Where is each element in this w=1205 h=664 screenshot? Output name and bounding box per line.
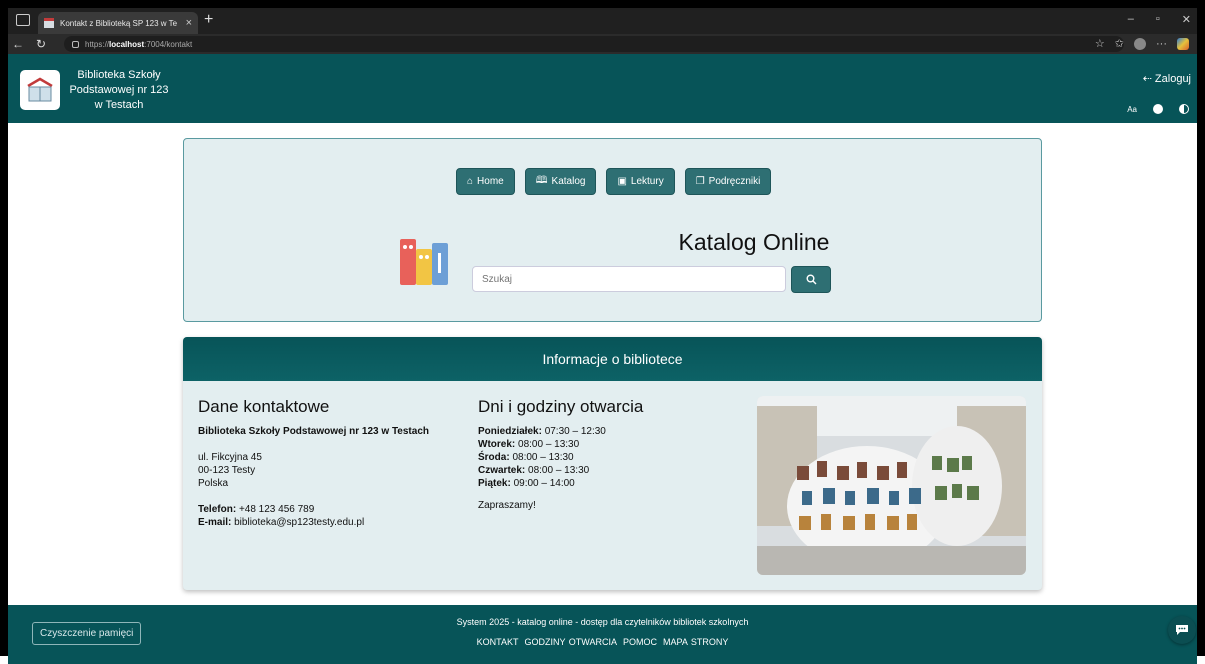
library-photo xyxy=(757,396,1026,575)
site-header: Biblioteka Szkoły Podstawowej nr 123 w T… xyxy=(8,54,1197,123)
footer-links: KONTAKT GODZINY OTWARCIA POMOC MAPA STRONY xyxy=(8,637,1197,647)
nav-lektury-button[interactable]: ▣ Lektury xyxy=(606,168,675,195)
site-name[interactable]: Biblioteka Szkoły Podstawowej nr 123 w T… xyxy=(64,68,174,113)
books-illustration-icon xyxy=(400,239,448,285)
chat-button[interactable] xyxy=(1168,616,1196,644)
email-row: E-mail: biblioteka@sp123testy.edu.pl xyxy=(198,517,365,528)
browser-tab[interactable]: Kontakt z Biblioteką SP 123 w Te × xyxy=(38,12,198,34)
minimize-icon[interactable]: – xyxy=(1128,13,1134,26)
chat-icon xyxy=(1176,625,1188,635)
url-input[interactable]: https://localhost:7004/kontakt xyxy=(64,36,1124,52)
contact-column: Dane kontaktowe Biblioteka Szkoły Podsta… xyxy=(198,397,458,529)
system-line: System 2025 - katalog online - dostęp dl… xyxy=(456,617,749,627)
nav-arrows: ← ↻ xyxy=(12,37,46,51)
more-icon[interactable]: ··· xyxy=(1156,38,1167,50)
address-bar-row: ← ↻ https://localhost:7004/kontakt ☆ ✩ ·… xyxy=(8,34,1197,54)
hours-row: Środa: 08:00 – 13:30 xyxy=(478,452,574,463)
footer-link-mapa[interactable]: MAPA STRONY xyxy=(663,637,728,647)
accessibility-tools: Aa xyxy=(1127,104,1189,114)
catalog-panel: ⌂ Home 🕮 Katalog ▣ Lektury ❐ Podręczniki Kat… xyxy=(183,138,1042,322)
tab-bar: Kontakt z Biblioteką SP 123 w Te × + – ▫… xyxy=(8,8,1197,34)
city: 00-123 Testy xyxy=(198,465,256,476)
catalog-title: Katalog Online xyxy=(678,229,830,255)
nav-home-button[interactable]: ⌂ Home xyxy=(456,168,515,195)
hours-row: Poniedziałek: 07:30 – 12:30 xyxy=(478,426,606,437)
bookmark-icon: ▣ xyxy=(617,176,627,187)
tab-title: Kontakt z Biblioteką SP 123 w Te xyxy=(60,18,178,28)
favorites-icon[interactable]: ✩ xyxy=(1115,37,1124,50)
hours-column: Dni i godziny otwarcia Poniedziałek: 07:… xyxy=(478,397,728,512)
nav-katalog-button[interactable]: 🕮 Katalog xyxy=(524,168,597,195)
hours-row: Piątek: 09:00 – 14:00 xyxy=(478,478,575,489)
sidebar-toggle-icon[interactable] xyxy=(16,14,30,26)
library-logo-icon[interactable] xyxy=(20,70,60,110)
catalog-nav: ⌂ Home 🕮 Katalog ▣ Lektury ❐ Podręczniki xyxy=(456,168,772,195)
window-controls: – ▫ ✕ xyxy=(1128,13,1191,26)
footer-link-godziny[interactable]: GODZINY OTWARCIA xyxy=(524,637,617,647)
footer-link-kontakt[interactable]: KONTAKT xyxy=(477,637,519,647)
close-window-icon[interactable]: ✕ xyxy=(1182,13,1191,26)
login-button[interactable]: ⇠ Zaloguj xyxy=(1142,72,1191,86)
profile-avatar-icon[interactable] xyxy=(1134,37,1146,50)
phone-row: Telefon: +48 123 456 789 xyxy=(198,504,315,515)
hours-row: Wtorek: 08:00 – 13:30 xyxy=(478,439,580,450)
lock-icon xyxy=(72,40,79,48)
maximize-icon[interactable]: ▫ xyxy=(1156,13,1160,26)
book-icon: 🕮 xyxy=(535,175,548,186)
country: Polska xyxy=(198,478,229,489)
contact-heading: Dane kontaktowe xyxy=(198,397,330,416)
footer-link-pomoc[interactable]: POMOC xyxy=(623,637,657,647)
url-text: https://localhost:7004/kontakt xyxy=(85,39,193,49)
reload-icon[interactable]: ↻ xyxy=(36,37,46,51)
back-icon[interactable]: ← xyxy=(12,37,24,51)
library-name: Biblioteka Szkoły Podstawowej nr 123 w T… xyxy=(198,426,429,437)
login-icon: ⇠ xyxy=(1142,73,1152,85)
contrast-icon[interactable] xyxy=(1179,104,1189,114)
palette-icon[interactable] xyxy=(1153,104,1163,114)
hours-row: Czwartek: 08:00 – 13:30 xyxy=(478,465,590,476)
copilot-icon[interactable] xyxy=(1177,37,1189,50)
search-button[interactable] xyxy=(791,266,831,293)
browser-toolbar-icons: ☆ ✩ ··· xyxy=(1095,37,1189,50)
hours-heading: Dni i godziny otwarcia xyxy=(478,397,644,416)
site-footer: Czyszczenie pamięci System 2025 - katalo… xyxy=(8,605,1197,664)
info-heading: Informacje o bibliotece xyxy=(183,337,1042,381)
search-icon xyxy=(806,274,816,285)
star-icon[interactable]: ☆ xyxy=(1095,37,1105,50)
home-icon: ⌂ xyxy=(467,176,474,187)
nav-podreczniki-button[interactable]: ❐ Podręczniki xyxy=(684,168,772,195)
browser-window: Kontakt z Biblioteką SP 123 w Te × + – ▫… xyxy=(0,0,1205,664)
favicon-icon xyxy=(44,18,54,28)
copy-icon: ❐ xyxy=(695,176,705,187)
font-size-button[interactable]: Aa xyxy=(1127,105,1137,114)
street: ul. Fikcyjna 45 xyxy=(198,452,262,463)
new-tab-icon[interactable]: + xyxy=(204,11,213,29)
tab-close-icon[interactable]: × xyxy=(186,17,192,29)
search-input[interactable] xyxy=(472,266,786,292)
invite-text: Zapraszamy! xyxy=(478,500,536,511)
library-info-card: Informacje o bibliotece Dane kontaktowe … xyxy=(183,337,1042,590)
